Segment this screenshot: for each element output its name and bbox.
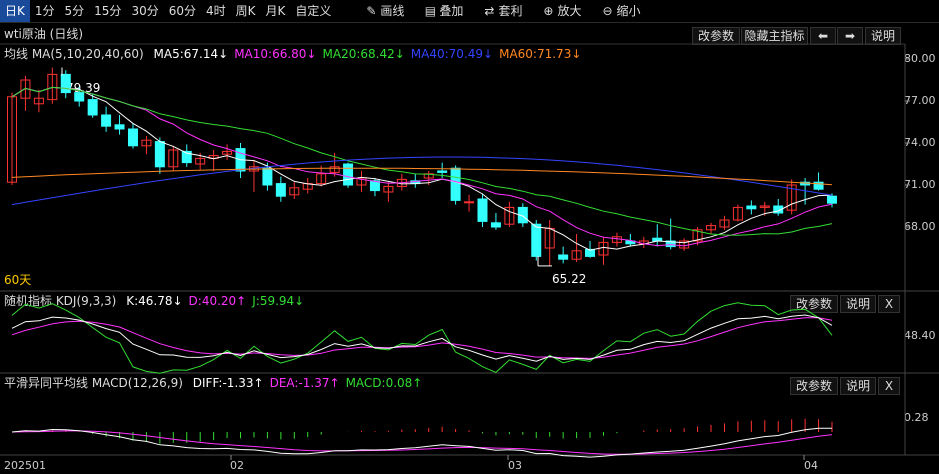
candle-body xyxy=(464,201,475,204)
candle-body xyxy=(746,205,757,210)
macd-dea-line xyxy=(11,430,833,455)
kdj-j-line xyxy=(11,302,833,374)
macd-diff-line xyxy=(11,427,833,458)
candle-body xyxy=(490,222,501,228)
candle-body xyxy=(558,254,569,260)
ma10-line xyxy=(11,86,833,247)
candle-body xyxy=(275,183,286,197)
candle-body xyxy=(262,167,273,186)
candle-body xyxy=(60,73,71,94)
candle-body xyxy=(450,167,461,201)
candle-body xyxy=(531,223,542,257)
candle-body xyxy=(87,99,98,116)
candle-body xyxy=(154,141,165,168)
candle-body xyxy=(437,170,448,173)
chart-canvas xyxy=(0,43,939,460)
candle-body xyxy=(74,92,85,102)
candle-body xyxy=(127,128,138,147)
ma20-line xyxy=(11,86,833,236)
candle-body xyxy=(114,124,125,130)
candle-body xyxy=(477,198,488,222)
candle-body xyxy=(343,163,354,186)
candle-body xyxy=(827,195,837,204)
kdj-k-line xyxy=(11,314,833,362)
candle-body xyxy=(101,114,112,127)
kdj-d-line xyxy=(11,317,833,359)
